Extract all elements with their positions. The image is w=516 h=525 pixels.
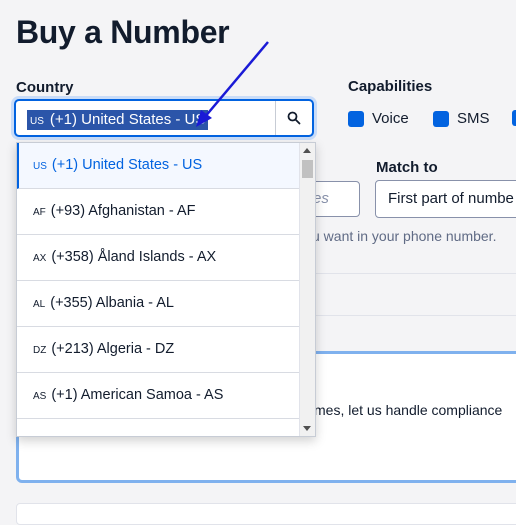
country-code: US (30, 116, 44, 127)
compliance-text: mes, let us handle compliance (314, 402, 503, 418)
divider (290, 273, 516, 274)
option-code: AS (33, 391, 47, 402)
country-option[interactable]: AX (+358) Åland Islands - AX (17, 235, 299, 281)
capability-voice-label: Voice (372, 110, 409, 127)
capability-sms-checkbox[interactable]: SMS (433, 110, 490, 127)
capabilities-label: Capabilities (348, 78, 433, 95)
option-label: (+93) Afghanistan - AF (50, 203, 196, 219)
checkbox-checked-icon (512, 110, 516, 126)
country-label: Country (16, 79, 74, 96)
option-label: (+358) Åland Islands - AX (51, 249, 217, 265)
option-label: (+1) American Samoa - AS (51, 387, 224, 403)
country-name: (+1) United States - US (49, 111, 206, 128)
option-code: AF (33, 207, 46, 218)
country-option[interactable]: US (+1) United States - US (17, 143, 299, 189)
country-option[interactable]: DZ (+213) Algeria - DZ (17, 327, 299, 373)
option-code: US (33, 161, 47, 172)
match-to-select[interactable]: First part of numbe (375, 180, 516, 218)
match-to-label: Match to (376, 159, 438, 176)
bottom-panel (16, 503, 516, 525)
checkbox-checked-icon (433, 110, 449, 127)
checkbox-checked-icon (348, 110, 364, 127)
option-code: AL (33, 299, 46, 310)
scroll-up-icon[interactable] (303, 148, 311, 153)
country-option[interactable]: AL (+355) Albania - AL (17, 281, 299, 327)
capability-voice-checkbox[interactable]: Voice (348, 110, 409, 127)
help-text: u want in your phone number. (312, 228, 497, 244)
scroll-down-icon[interactable] (303, 426, 311, 431)
option-label: (+1) United States - US (51, 157, 203, 173)
search-icon (287, 111, 301, 125)
option-code: DZ (33, 345, 47, 356)
country-select-value[interactable]: US (+1) United States - US (27, 110, 209, 130)
capability-sms-label: SMS (457, 110, 490, 127)
annotation-arrow-icon (196, 41, 269, 127)
option-code: AX (33, 253, 47, 264)
dropdown-scrollbar[interactable] (299, 143, 315, 436)
option-label: (+213) Algeria - DZ (51, 341, 175, 357)
scroll-thumb[interactable] (302, 160, 313, 178)
country-options-list: US (+1) United States - US AF (+93) Afghan… (17, 143, 315, 419)
divider (290, 315, 516, 316)
capability-next-checkbox[interactable] (512, 110, 516, 126)
search-button[interactable] (275, 101, 312, 135)
option-label: (+355) Albania - AL (50, 295, 174, 311)
country-option[interactable]: AS (+1) American Samoa - AS (17, 373, 299, 419)
country-dropdown[interactable]: US (+1) United States - US AF (+93) Afghan… (16, 142, 316, 437)
country-option[interactable]: AF (+93) Afghanistan - AF (17, 189, 299, 235)
